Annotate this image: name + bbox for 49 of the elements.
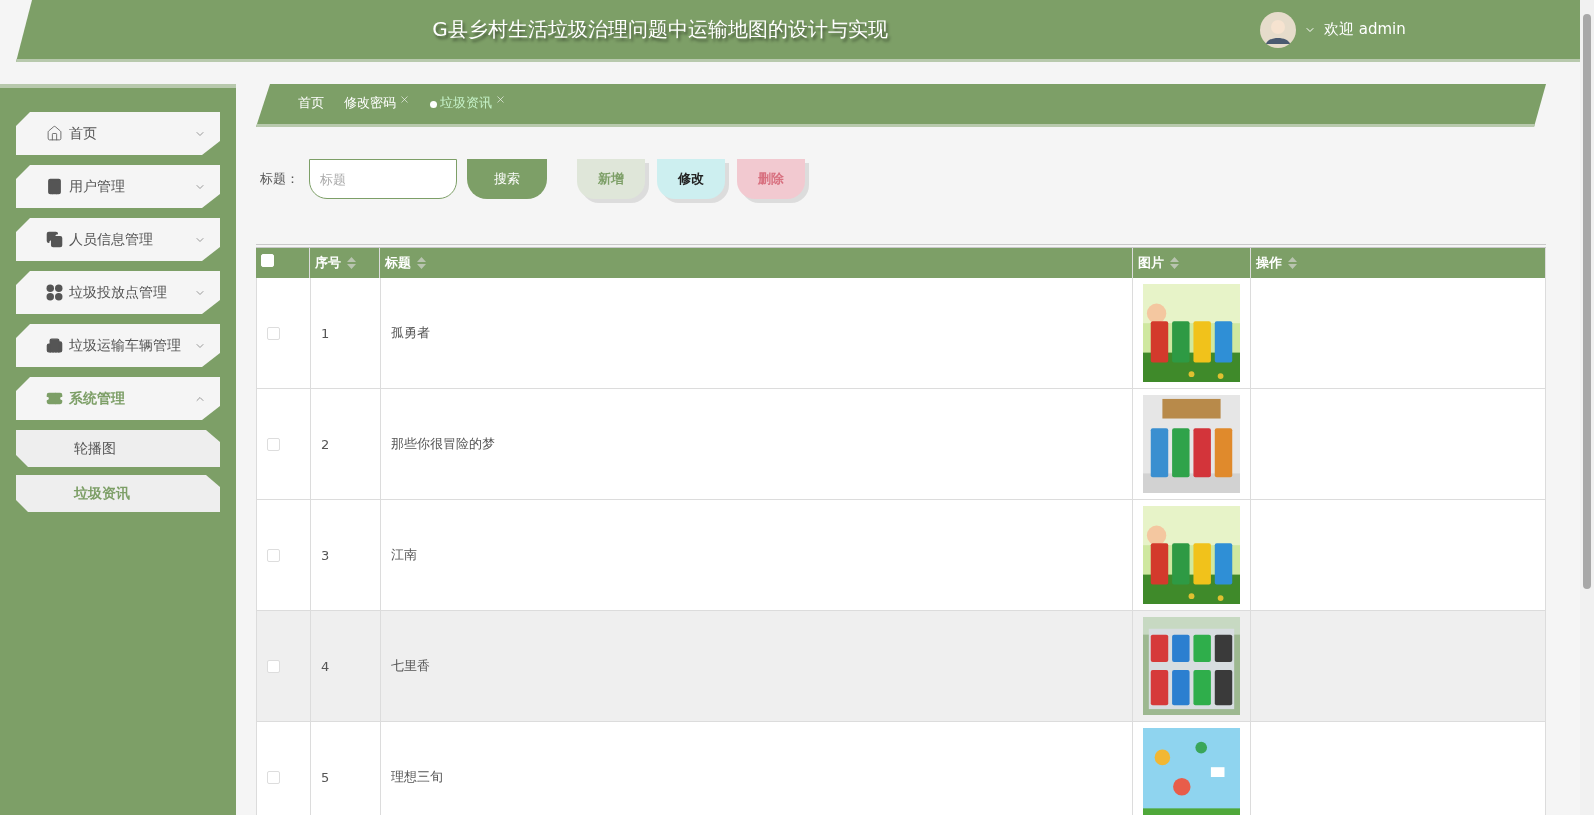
table-cell: 1 bbox=[321, 325, 330, 341]
column-header[interactable]: 标题 bbox=[385, 254, 411, 272]
app-title: G县乡村生活垃圾治理问题中运输地图的设计与实现 bbox=[431, 16, 889, 43]
menu-item[interactable]: 用户管理 bbox=[16, 165, 220, 208]
table-cell: 七里香 bbox=[391, 657, 430, 675]
table-cell: 3 bbox=[321, 547, 330, 563]
search-field[interactable]: 标题 bbox=[309, 159, 457, 199]
tab[interactable]: 首页 bbox=[298, 94, 324, 116]
table-cell: 5 bbox=[321, 769, 330, 785]
select-all-checkbox[interactable] bbox=[261, 254, 274, 267]
submenu-item[interactable]: 轮播图 bbox=[16, 430, 220, 467]
row-checkbox[interactable] bbox=[267, 659, 280, 673]
row-checkbox[interactable] bbox=[267, 326, 280, 340]
menu-item[interactable]: 垃圾运输车辆管理 bbox=[16, 324, 220, 367]
menu-item[interactable]: 人员信息管理 bbox=[16, 218, 220, 261]
search-button[interactable]: 搜索 bbox=[467, 159, 547, 199]
tab[interactable]: 垃圾资讯 bbox=[430, 94, 506, 116]
avatar-icon[interactable] bbox=[1260, 11, 1296, 48]
welcome-text: 欢迎 admin bbox=[1324, 20, 1406, 39]
close-icon[interactable] bbox=[399, 94, 410, 105]
sort-icon[interactable] bbox=[1288, 257, 1297, 269]
close-icon[interactable] bbox=[495, 94, 506, 105]
row-checkbox[interactable] bbox=[267, 548, 280, 562]
table-cell: 4 bbox=[321, 658, 330, 674]
ticket-icon bbox=[46, 390, 63, 407]
row-checkbox[interactable] bbox=[267, 770, 280, 784]
tab[interactable]: 修改密码 bbox=[344, 94, 410, 116]
sort-icon[interactable] bbox=[417, 257, 426, 269]
home-icon bbox=[46, 125, 63, 142]
column-header[interactable]: 图片 bbox=[1138, 254, 1164, 272]
scrollbar[interactable] bbox=[1580, 0, 1594, 815]
table-cell: 理想三旬 bbox=[391, 768, 443, 786]
menu-item[interactable]: 系统管理 bbox=[16, 377, 220, 420]
submenu-item[interactable]: 垃圾资讯 bbox=[16, 475, 220, 512]
four-dots-icon bbox=[46, 284, 63, 301]
copy-icon bbox=[46, 231, 63, 248]
sort-icon[interactable] bbox=[347, 257, 356, 269]
table-cell: 江南 bbox=[391, 546, 417, 564]
menu-item[interactable]: 首页 bbox=[16, 112, 220, 155]
row-checkbox[interactable] bbox=[267, 437, 280, 451]
table-cell: 孤勇者 bbox=[391, 324, 430, 342]
column-header[interactable]: 操作 bbox=[1256, 254, 1282, 272]
search-label: 标题： bbox=[260, 170, 299, 188]
menu-item[interactable]: 垃圾投放点管理 bbox=[16, 271, 220, 314]
table-cell: 2 bbox=[321, 436, 330, 452]
active-dot-icon bbox=[430, 100, 437, 108]
column-header[interactable]: 序号 bbox=[315, 254, 341, 272]
sort-icon[interactable] bbox=[1170, 257, 1179, 269]
table-cell: 那些你很冒险的梦 bbox=[391, 435, 495, 453]
